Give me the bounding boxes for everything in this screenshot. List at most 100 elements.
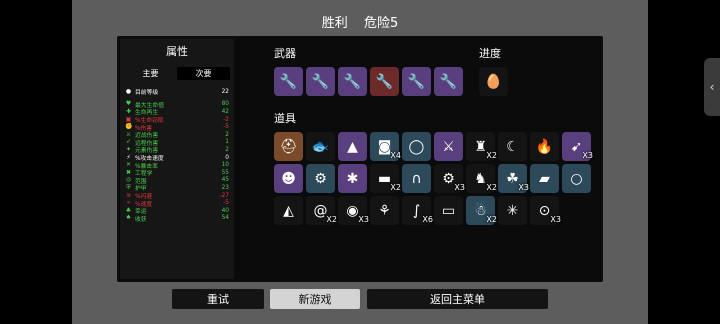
item-count: X2 xyxy=(326,215,337,224)
tab-primary[interactable]: 主要 xyxy=(124,67,177,80)
melee-icon: ⚔ xyxy=(125,130,132,138)
tank-icon: ▲ xyxy=(347,138,358,155)
inventory-slot[interactable]: ∩ xyxy=(402,164,431,193)
inventory-slot[interactable]: 🔧 xyxy=(306,67,335,96)
inventory-slot[interactable]: ☃ X2 xyxy=(466,196,497,225)
inventory-slot[interactable]: 🔧 xyxy=(434,67,463,96)
progress-title: 进度 xyxy=(479,47,501,60)
item-count: X2 xyxy=(390,183,401,192)
egg-icon: 🥚 xyxy=(484,73,503,90)
progress-slots: 🥚 xyxy=(479,67,508,96)
inventory-slot[interactable]: @ X2 xyxy=(306,196,337,225)
inventory-slot[interactable]: ⛑ xyxy=(274,132,303,161)
bug-icon: ✳ xyxy=(506,202,519,219)
ranged-icon: ➶ xyxy=(125,138,132,146)
cake-icon: ◭ xyxy=(283,202,294,219)
main-menu-button[interactable]: 返回主菜单 xyxy=(367,289,548,309)
magnet-icon: ∩ xyxy=(411,170,422,187)
inventory-slot[interactable]: ○ xyxy=(562,164,591,193)
inventory-slot[interactable]: ▬ X2 xyxy=(370,164,401,193)
side-panel-handle[interactable]: ‹ xyxy=(704,58,720,116)
run-result-title: 胜利 危险5 xyxy=(0,12,720,31)
new-game-button[interactable]: 新游戏 xyxy=(270,289,360,309)
item-count: X2 xyxy=(486,183,497,192)
weapon-slots: 🔧 🔧 🔧 🔧 🔧 🔧 xyxy=(274,67,463,96)
stats-title: 属性 xyxy=(166,45,188,58)
inventory-slot[interactable]: ◙ X4 xyxy=(370,132,401,161)
inventory-slot[interactable]: ◯ xyxy=(402,132,431,161)
inventory-slot[interactable]: ◭ xyxy=(274,196,303,225)
item-slots: ⛑ 🐟 ▲ ◙ X4 ◯ ⚔ ♜ X2 ☾ 🔥 ➹ X3 ☻ ⚙ ✱ ▬ X2 ∩ ⚙ X3 ♞ X2 ☘ X3 ▰ ○ ◭ @ X2 ◉ X… xyxy=(274,132,593,225)
inventory-slot[interactable]: 🔧 xyxy=(274,67,303,96)
inventory-slot[interactable]: ▰ xyxy=(530,164,559,193)
inventory-slot[interactable]: ▭ xyxy=(434,196,463,225)
stat-value: -27 xyxy=(219,192,229,199)
stat-value: 23 xyxy=(221,184,229,191)
stat-label: 目前等级 xyxy=(135,90,159,97)
inventory-slot[interactable]: ⚙ X3 xyxy=(434,164,465,193)
inventory-slot[interactable]: 🐟 xyxy=(306,132,335,161)
stat-value: 80 xyxy=(221,101,229,108)
stat-value: 2 xyxy=(225,146,229,153)
inventory-slot[interactable]: ⊙ X3 xyxy=(530,196,561,225)
inventory-slot[interactable]: 🔧 xyxy=(370,67,399,96)
harvesting-icon: ♠ xyxy=(125,214,132,222)
sword-icon: ⚔ xyxy=(442,138,455,155)
inventory-slot[interactable]: ◉ X3 xyxy=(338,196,369,225)
worm-icon: ∫ xyxy=(412,202,421,219)
inventory-slot[interactable]: ✳ xyxy=(498,196,527,225)
ring-icon: ◯ xyxy=(408,138,425,155)
inventory-slot[interactable]: ∫ X6 xyxy=(402,196,433,225)
lantern-icon: ⊙ xyxy=(538,202,551,219)
money-icon: ▭ xyxy=(441,202,456,219)
inventory-slot[interactable]: ⚙ xyxy=(306,164,335,193)
coin-icon: ○ xyxy=(570,170,583,187)
engineering-icon: ✖ xyxy=(125,168,132,176)
stat-value: 45 xyxy=(221,177,229,184)
inventory-slot[interactable]: ☘ X3 xyxy=(498,164,529,193)
spider-icon: ✱ xyxy=(346,170,359,187)
wrench-icon: 🔧 xyxy=(375,73,394,90)
item-count: X2 xyxy=(486,215,497,224)
stat-value: -2 xyxy=(223,116,229,123)
stat-value: 22 xyxy=(221,88,229,95)
stat-value: 1 xyxy=(225,139,229,146)
item-count: X3 xyxy=(358,215,369,224)
item-count: X3 xyxy=(518,183,529,192)
campfire-icon: 🔥 xyxy=(535,138,554,155)
damage-icon: ✊ xyxy=(125,123,133,131)
fish-icon: 🐟 xyxy=(311,138,330,155)
wrench-icon: 🔧 xyxy=(311,73,330,90)
inventory-slot[interactable]: ♜ X2 xyxy=(466,132,497,161)
wrench-icon: 🔧 xyxy=(407,73,426,90)
luck-icon: ♣ xyxy=(125,206,132,214)
inventory-slot[interactable]: ☾ xyxy=(498,132,527,161)
stat-value: -5 xyxy=(223,200,229,207)
item-count: X3 xyxy=(582,151,593,160)
inventory-slot[interactable]: 🥚 xyxy=(479,67,508,96)
inventory-slot[interactable]: ✱ xyxy=(338,164,367,193)
inventory-slot[interactable]: ⚔ xyxy=(434,132,463,161)
inventory-slot[interactable]: 🔧 xyxy=(402,67,431,96)
turret-icon: ♜ xyxy=(474,138,487,155)
stat-label: 收获 xyxy=(135,216,147,223)
sprout-icon: ⚘ xyxy=(378,202,391,219)
inventory-slot[interactable]: 🔥 xyxy=(530,132,559,161)
danger-label: 危险5 xyxy=(363,16,399,31)
retry-button[interactable]: 重试 xyxy=(172,289,264,309)
stat-row-level: ● 目前等级 22 xyxy=(125,88,229,96)
inventory-slot[interactable]: ▲ xyxy=(338,132,367,161)
bag-icon: ◉ xyxy=(346,202,359,219)
gear-icon: ⚙ xyxy=(442,170,455,187)
inventory-slot[interactable]: ➹ X3 xyxy=(562,132,593,161)
inventory-slot[interactable]: ⚘ xyxy=(370,196,399,225)
inventory-slot[interactable]: 🔧 xyxy=(338,67,367,96)
items-title: 道具 xyxy=(274,112,296,125)
claw-icon: ☾ xyxy=(506,138,519,155)
result-label: 胜利 xyxy=(321,16,348,31)
inventory-slot[interactable]: ☻ xyxy=(274,164,303,193)
frog-icon: ☘ xyxy=(506,170,519,187)
tab-secondary[interactable]: 次要 xyxy=(177,67,230,80)
inventory-slot[interactable]: ♞ X2 xyxy=(466,164,497,193)
lifesteal-icon: ▣ xyxy=(125,115,132,123)
